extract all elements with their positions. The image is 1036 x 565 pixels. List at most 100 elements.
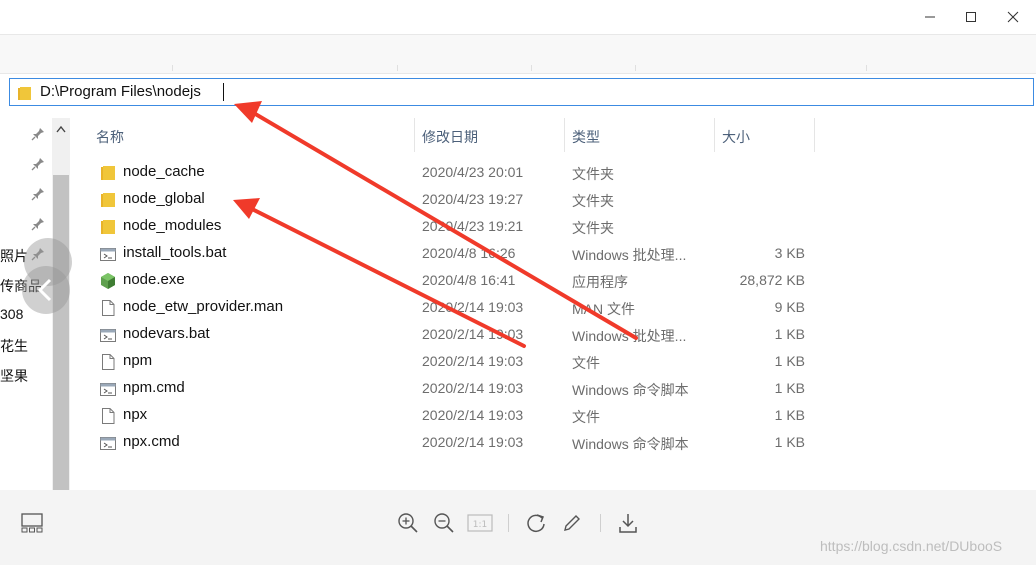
zoom-out-button[interactable] bbox=[431, 510, 457, 536]
ribbon-toolbar bbox=[0, 34, 1036, 74]
file-size: 1 KB bbox=[774, 380, 805, 396]
ribbon-divider bbox=[397, 65, 398, 71]
batch-file-icon bbox=[100, 383, 116, 396]
column-header-type[interactable]: 类型 bbox=[572, 127, 600, 147]
edit-button[interactable] bbox=[559, 510, 585, 536]
column-divider[interactable] bbox=[414, 118, 415, 152]
pin-icon[interactable] bbox=[31, 127, 45, 141]
file-row[interactable]: node_modules 2020/4/23 19:21 文件夹 bbox=[70, 213, 830, 240]
file-type: MAN 文件 bbox=[572, 301, 635, 317]
column-divider[interactable] bbox=[814, 118, 815, 152]
ribbon-divider bbox=[172, 65, 173, 71]
folder-icon bbox=[101, 166, 115, 180]
file-date: 2020/4/23 20:01 bbox=[422, 164, 524, 180]
pencil-icon bbox=[564, 515, 580, 531]
close-button[interactable] bbox=[990, 0, 1036, 34]
column-header-size[interactable]: 大小 bbox=[722, 127, 750, 147]
file-row[interactable]: node_etw_provider.man 2020/2/14 19:03 MAN … bbox=[70, 294, 830, 321]
column-header-date[interactable]: 修改日期 bbox=[422, 127, 478, 147]
file-type: 文件 bbox=[572, 409, 600, 425]
file-name: node_cache bbox=[123, 163, 205, 180]
file-name: node_global bbox=[123, 190, 205, 207]
file-row[interactable]: npm.cmd 2020/2/14 19:03 Windows 命令脚本 1 KB bbox=[70, 375, 830, 402]
pin-icon[interactable] bbox=[31, 217, 45, 231]
actual-size-button[interactable]: 1:1 bbox=[467, 510, 493, 536]
file-type: Windows 命令脚本 bbox=[572, 382, 689, 398]
chevron-left-icon bbox=[37, 278, 52, 302]
batch-file-icon bbox=[100, 329, 116, 342]
rotate-icon bbox=[527, 514, 545, 533]
text-caret bbox=[223, 83, 224, 101]
actual-size-label: 1:1 bbox=[473, 520, 487, 530]
column-header-name[interactable]: 名称 bbox=[96, 127, 124, 147]
thumbnail-view-button[interactable] bbox=[19, 510, 45, 536]
nav-scrollbar-thumb[interactable] bbox=[53, 175, 69, 490]
file-icon bbox=[102, 408, 115, 424]
file-name: install_tools.bat bbox=[123, 244, 227, 261]
nav-item-label[interactable]: 308 bbox=[0, 306, 23, 322]
ribbon-divider bbox=[866, 65, 867, 71]
explorer-window: D:\Program Files\nodejs 照片 传商品 308 花生 坚果… bbox=[0, 0, 1036, 565]
file-type: 文件夹 bbox=[572, 166, 614, 182]
file-date: 2020/4/23 19:27 bbox=[422, 191, 524, 207]
rotate-button[interactable] bbox=[523, 510, 549, 536]
title-bar bbox=[0, 0, 1036, 34]
file-size: 3 KB bbox=[774, 245, 805, 261]
minimize-button[interactable] bbox=[907, 0, 953, 34]
file-name: node_etw_provider.man bbox=[123, 298, 284, 315]
address-bar[interactable]: D:\Program Files\nodejs bbox=[9, 78, 1034, 106]
file-name: node.exe bbox=[123, 271, 185, 288]
toolbar-divider bbox=[600, 514, 601, 532]
file-row[interactable]: node.exe 2020/4/8 16:41 应用程序 28,872 KB bbox=[70, 267, 830, 294]
column-divider[interactable] bbox=[714, 118, 715, 152]
folder-icon bbox=[101, 220, 115, 234]
file-list: 名称 修改日期 类型 大小 node_cache 2020/4/23 20:01 文… bbox=[70, 118, 1036, 490]
file-row[interactable]: npx.cmd 2020/2/14 19:03 Windows 命令脚本 1 KB bbox=[70, 429, 830, 456]
file-row[interactable]: install_tools.bat 2020/4/8 16:26 Windows 批… bbox=[70, 240, 830, 267]
nav-item-label[interactable]: 花生 bbox=[0, 336, 28, 356]
file-type: 文件夹 bbox=[572, 193, 614, 209]
file-row[interactable]: node_global 2020/4/23 19:27 文件夹 bbox=[70, 186, 830, 213]
chevron-up-icon bbox=[56, 125, 66, 133]
file-size: 28,872 KB bbox=[739, 272, 805, 288]
file-size: 1 KB bbox=[774, 326, 805, 342]
download-button[interactable] bbox=[615, 510, 641, 536]
maximize-button[interactable] bbox=[948, 0, 994, 34]
column-divider[interactable] bbox=[564, 118, 565, 152]
thumbnail-icon bbox=[21, 513, 43, 533]
nav-item-label[interactable]: 坚果 bbox=[0, 366, 28, 386]
file-date: 2020/2/14 19:03 bbox=[422, 380, 524, 396]
minimize-icon bbox=[925, 16, 935, 18]
file-size: 9 KB bbox=[774, 299, 805, 315]
pin-icon[interactable] bbox=[31, 157, 45, 171]
pin-icon[interactable] bbox=[31, 187, 45, 201]
file-name: npx bbox=[123, 406, 148, 423]
close-icon bbox=[1007, 11, 1019, 23]
watermark-text: https://blog.csdn.net/DUbooS bbox=[820, 538, 1003, 554]
file-type: 应用程序 bbox=[572, 274, 628, 290]
address-path[interactable]: D:\Program Files\nodejs bbox=[40, 83, 201, 100]
file-size: 1 KB bbox=[774, 434, 805, 450]
zoom-in-icon bbox=[398, 513, 418, 533]
viewer-prev-button[interactable] bbox=[22, 266, 70, 314]
file-row[interactable]: npx 2020/2/14 19:03 文件 1 KB bbox=[70, 402, 830, 429]
file-date: 2020/2/14 19:03 bbox=[422, 299, 524, 315]
node-exe-icon bbox=[101, 273, 115, 289]
file-size: 1 KB bbox=[774, 353, 805, 369]
file-date: 2020/2/14 19:03 bbox=[422, 407, 524, 423]
zoom-in-button[interactable] bbox=[395, 510, 421, 536]
file-date: 2020/4/8 16:26 bbox=[422, 245, 516, 261]
file-type: Windows 批处理... bbox=[572, 247, 687, 263]
file-row[interactable]: nodevars.bat 2020/2/14 19:03 Windows 批处理..… bbox=[70, 321, 830, 348]
zoom-out-icon bbox=[434, 513, 454, 533]
ribbon-divider bbox=[635, 65, 636, 71]
file-row[interactable]: npm 2020/2/14 19:03 文件 1 KB bbox=[70, 348, 830, 375]
scroll-up-button[interactable] bbox=[52, 120, 70, 138]
file-type: 文件 bbox=[572, 355, 600, 371]
file-icon bbox=[102, 300, 115, 316]
file-date: 2020/2/14 19:03 bbox=[422, 353, 524, 369]
file-row[interactable]: node_cache 2020/4/23 20:01 文件夹 bbox=[70, 159, 830, 186]
download-icon bbox=[619, 514, 637, 533]
file-type: 文件夹 bbox=[572, 220, 614, 236]
file-date: 2020/4/23 19:21 bbox=[422, 218, 524, 234]
